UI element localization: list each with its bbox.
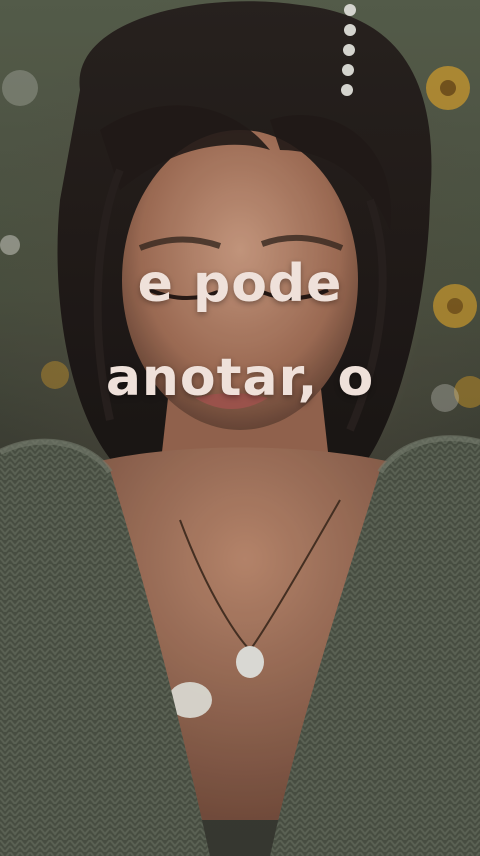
video-frame: e pode anotar, o — [0, 0, 480, 856]
portrait-photo — [0, 0, 480, 856]
caption-line-2: anotar, o — [105, 348, 375, 408]
caption-line-1: e pode — [137, 254, 343, 314]
